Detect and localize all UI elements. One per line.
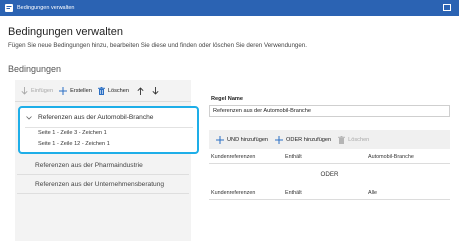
create-button[interactable]: Erstellen [59, 86, 92, 95]
move-down-button[interactable] [152, 86, 159, 95]
page-subtitle: Fügen Sie neue Bedingungen hinzu, bearbe… [8, 42, 307, 49]
create-button-label: Erstellen [70, 87, 92, 94]
condition-item[interactable]: Referenzen aus der Unternehmensberatung [35, 181, 164, 188]
rule-field: Kundenreferenzen [211, 190, 256, 196]
plus-icon [216, 135, 224, 144]
add-and-button[interactable]: UND hinzufügen [216, 135, 269, 144]
trash-icon [338, 135, 346, 144]
or-separator: ODER [320, 171, 339, 178]
rule-operator: Enthält [285, 154, 302, 160]
condition-item-selected[interactable]: Referenzen aus der Automobil-Branche Sei… [18, 106, 199, 154]
rule-value: Automobil-Branche [368, 154, 414, 160]
rule-row[interactable]: Kundenreferenzen Enthält Alle [209, 189, 450, 199]
rule-name-label: Regel Name [211, 96, 244, 102]
window-title: Bedingungen verwalten [17, 5, 75, 11]
rule-editor: Regel Name Referenzen aus der Automobil-… [209, 92, 459, 241]
arrow-down-icon [21, 86, 28, 95]
add-or-label: ODER hinzufügen [286, 136, 332, 143]
plus-icon [275, 135, 284, 144]
section-title-conditions: Bedingungen [8, 64, 62, 74]
page-title: Bedingungen verwalten [8, 26, 123, 38]
window-titlebar: Bedingungen verwalten [0, 0, 459, 16]
divider [17, 174, 189, 175]
delete-rule-button[interactable]: Löschen [338, 135, 370, 144]
conditions-toolbar: Einfügen Erstellen Löschen [15, 80, 191, 102]
insert-button-label: Einfügen [31, 87, 54, 94]
rule-field: Kundenreferenzen [211, 154, 256, 160]
conditions-panel: Einfügen Erstellen Löschen Referenzen au… [15, 80, 199, 241]
arrow-down-icon [152, 86, 159, 95]
chevron-down-icon [26, 115, 32, 120]
rule-operator: Enthält [285, 190, 302, 196]
trash-icon [97, 86, 105, 95]
maximize-icon[interactable] [443, 4, 451, 11]
rule-row[interactable]: Kundenreferenzen Enthält Automobil-Branc… [209, 153, 450, 163]
plus-icon [59, 86, 68, 95]
condition-item-header[interactable]: Referenzen aus der Automobil-Branche [26, 114, 153, 121]
rule-name-input[interactable]: Referenzen aus der Automobil-Branche [209, 105, 450, 117]
divider [17, 193, 189, 194]
move-up-button[interactable] [137, 86, 144, 95]
delete-button[interactable]: Löschen [97, 86, 130, 95]
divider [25, 127, 193, 128]
rule-toolbar: UND hinzufügen ODER hinzufügen Löschen [209, 130, 450, 149]
rule-value: Alle [368, 190, 377, 196]
insert-button[interactable]: Einfügen [21, 86, 54, 95]
add-or-button[interactable]: ODER hinzufügen [275, 135, 332, 144]
condition-item-label: Referenzen aus der Automobil-Branche [38, 114, 154, 121]
condition-item[interactable]: Referenzen aus der Pharmaindustrie [35, 162, 143, 169]
divider [209, 163, 450, 164]
divider [209, 199, 450, 200]
delete-rule-label: Löschen [348, 136, 370, 143]
usage-item[interactable]: Seite 1 - Zeile 3 - Zeichen 1 [38, 130, 107, 136]
usage-item[interactable]: Seite 1 - Zeile 12 - Zeichen 1 [38, 141, 110, 147]
add-and-label: UND hinzufügen [227, 136, 269, 143]
app-icon [4, 4, 13, 13]
delete-button-label: Löschen [107, 87, 130, 94]
arrow-up-icon [137, 86, 144, 95]
